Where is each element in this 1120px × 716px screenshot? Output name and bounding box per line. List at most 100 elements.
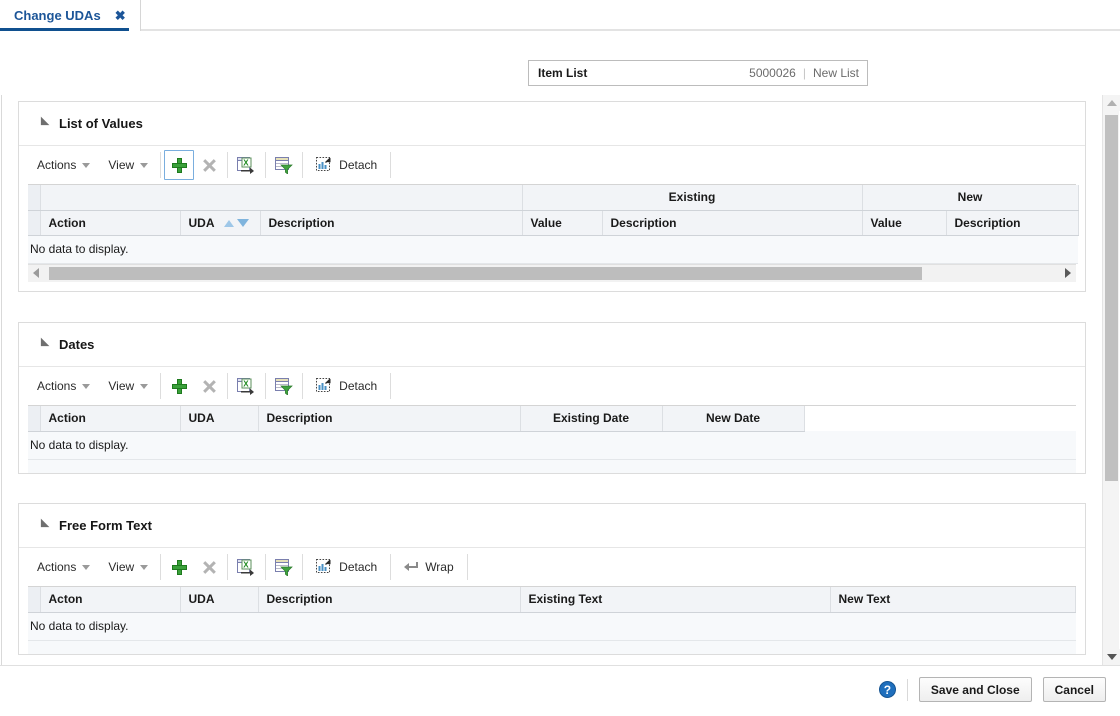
export-to-excel-button[interactable]: X	[231, 367, 262, 405]
column-header-action[interactable]: Action	[40, 406, 181, 432]
column-header-action[interactable]: Acton	[40, 587, 181, 613]
table-header-row: Action UDA Description Value Description…	[28, 210, 1079, 236]
column-header-new-text[interactable]: New Text	[830, 587, 1076, 613]
query-by-example-button[interactable]	[269, 367, 299, 405]
column-header-description[interactable]: Description	[260, 210, 523, 236]
view-menu[interactable]: View	[99, 548, 157, 586]
add-row-button[interactable]	[164, 367, 194, 405]
column-header-existing-value[interactable]: Value	[522, 210, 603, 236]
add-row-button[interactable]	[164, 150, 195, 180]
no-data-row: No data to display.	[28, 612, 1076, 641]
sort-descending-icon[interactable]	[236, 219, 249, 228]
section-list-of-values: List of Values Actions View X Detach Exi…	[18, 101, 1086, 292]
toolbar-divider	[390, 152, 392, 178]
table-group-header-row: Existing New	[28, 185, 1079, 211]
footer-bar: ? Save and Close Cancel	[0, 665, 1120, 716]
vertical-scrollbar[interactable]	[1102, 95, 1120, 665]
actions-menu[interactable]: Actions	[28, 367, 99, 405]
detach-button[interactable]: Detach	[306, 548, 387, 586]
toolbar-free-form-text: Actions View X Detach Wrap	[19, 548, 1085, 586]
section-free-form-text: Free Form Text Actions View X Detach Wra…	[18, 503, 1086, 655]
column-header-new-description[interactable]: Description	[946, 210, 1079, 236]
row-handle-header	[28, 587, 41, 613]
add-row-button[interactable]	[164, 548, 194, 586]
export-to-excel-icon: X	[237, 377, 255, 395]
detach-button[interactable]: Detach	[306, 367, 387, 405]
column-header-existing-description[interactable]: Description	[602, 210, 863, 236]
column-header-existing-date[interactable]: Existing Date	[520, 406, 663, 432]
section-title: List of Values	[59, 116, 143, 131]
toolbar-divider	[227, 373, 229, 399]
tab-change-udas[interactable]: Change UDAs ✖	[0, 0, 141, 31]
wrap-button[interactable]: Wrap	[394, 548, 463, 586]
column-header-description[interactable]: Description	[258, 406, 521, 432]
no-data-filler-row	[28, 459, 1076, 473]
table-list-of-values: Existing New Action UDA Description Valu…	[28, 184, 1079, 264]
detach-button[interactable]: Detach	[306, 146, 387, 184]
row-handle-header	[28, 210, 41, 236]
section-header-free-form-text: Free Form Text	[19, 504, 1085, 548]
toolbar-divider	[302, 554, 304, 580]
tab-active-indicator	[0, 28, 129, 31]
scroll-right-button[interactable]	[1060, 264, 1076, 282]
content-scroll-area: List of Values Actions View X Detach Exi…	[0, 95, 1120, 665]
chevron-down-icon	[82, 564, 91, 570]
horizontal-scroll-thumb[interactable]	[49, 266, 922, 280]
scroll-up-button[interactable]	[1103, 95, 1120, 111]
column-header-description[interactable]: Description	[258, 587, 521, 613]
query-by-example-button[interactable]	[269, 146, 299, 184]
column-header-action[interactable]: Action	[40, 210, 181, 236]
column-header-new-date[interactable]: New Date	[662, 406, 805, 432]
delete-row-button[interactable]	[194, 548, 224, 586]
column-header-uda[interactable]: UDA	[180, 210, 261, 236]
disclosure-triangle-icon[interactable]	[36, 518, 50, 531]
column-header-new-value[interactable]: Value	[862, 210, 947, 236]
item-list-label: Item List	[538, 66, 588, 80]
item-list-right: 5000026 | New List	[749, 66, 867, 80]
column-header-uda[interactable]: UDA	[180, 587, 259, 613]
vertical-scroll-thumb[interactable]	[1105, 115, 1118, 481]
export-to-excel-button[interactable]: X	[231, 146, 262, 184]
export-to-excel-button[interactable]: X	[231, 548, 262, 586]
view-menu[interactable]: View	[99, 367, 157, 405]
actions-menu-label: Actions	[37, 379, 77, 393]
chevron-down-icon	[82, 383, 91, 389]
delete-row-button[interactable]	[194, 367, 224, 405]
new-list-link[interactable]: New List	[813, 66, 859, 80]
save-and-close-button[interactable]: Save and Close	[918, 677, 1032, 702]
help-icon[interactable]: ?	[878, 681, 896, 698]
sort-ascending-icon[interactable]	[223, 219, 234, 227]
export-to-excel-icon: X	[237, 156, 255, 174]
no-data-row: No data to display.	[28, 235, 1078, 264]
scroll-down-button[interactable]	[1103, 649, 1120, 665]
detach-icon	[316, 157, 331, 171]
scroll-left-button[interactable]	[28, 264, 44, 282]
table-free-form-text: Acton UDA Description Existing Text New …	[28, 586, 1076, 654]
delete-row-button[interactable]	[194, 146, 224, 184]
actions-menu[interactable]: Actions	[28, 548, 99, 586]
query-by-example-button[interactable]	[269, 548, 299, 586]
chevron-up-icon	[1106, 100, 1117, 106]
column-header-existing-text[interactable]: Existing Text	[520, 587, 831, 613]
cancel-button[interactable]: Cancel	[1042, 677, 1106, 702]
chevron-down-icon	[140, 564, 149, 570]
chevron-right-icon	[1065, 268, 1071, 278]
no-data-filler	[28, 459, 1076, 473]
table-header-row: Action UDA Description Existing Date New…	[28, 406, 1076, 432]
sort-arrows[interactable]	[223, 219, 249, 228]
item-list-field[interactable]: Item List 5000026 | New List	[528, 60, 868, 86]
actions-menu[interactable]: Actions	[28, 146, 99, 184]
group-header-new: New	[862, 185, 1079, 211]
column-header-filler	[804, 406, 1076, 431]
detach-label: Detach	[339, 560, 378, 574]
close-icon[interactable]: ✖	[115, 9, 126, 22]
column-header-uda[interactable]: UDA	[180, 406, 259, 432]
disclosure-triangle-icon[interactable]	[36, 116, 50, 129]
disclosure-triangle-icon[interactable]	[36, 337, 50, 350]
horizontal-scrollbar[interactable]	[28, 263, 1076, 282]
view-menu[interactable]: View	[99, 146, 157, 184]
toolbar-divider	[160, 152, 162, 178]
no-data-filler	[28, 640, 1076, 654]
detach-icon	[316, 559, 331, 573]
tab-label: Change UDAs	[14, 8, 101, 23]
